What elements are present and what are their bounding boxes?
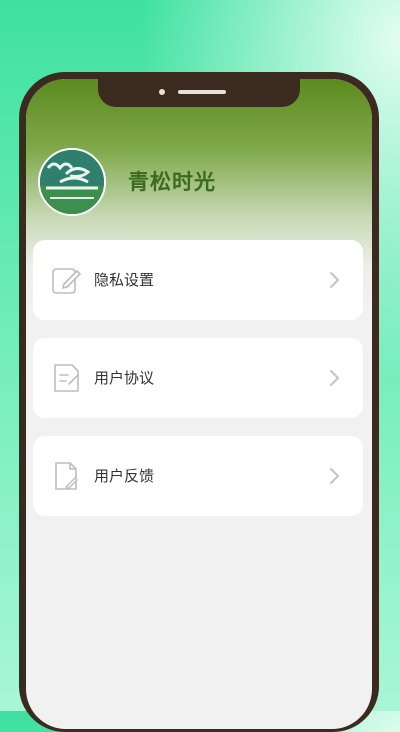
edit-icon <box>52 268 81 294</box>
menu-item-user-feedback[interactable]: 用户反馈 <box>33 436 363 516</box>
feedback-icon <box>55 462 78 490</box>
chevron-right-icon <box>330 370 339 386</box>
document-icon <box>54 364 79 392</box>
menu-item-user-agreement[interactable]: 用户协议 <box>33 338 363 418</box>
menu-item-label: 用户协议 <box>94 369 155 387</box>
speaker-slot <box>178 90 226 94</box>
phone-notch <box>98 79 300 107</box>
menu-item-label: 用户反馈 <box>94 467 155 485</box>
camera-dot <box>159 89 165 95</box>
app-screen: 青松时光 隐私设置 用户协议 用户反馈 <box>26 79 372 729</box>
phone-frame: 青松时光 隐私设置 用户协议 用户反馈 <box>19 72 379 732</box>
app-title: 青松时光 <box>128 170 216 194</box>
pine-logo-icon <box>40 150 104 214</box>
chevron-right-icon <box>330 272 339 288</box>
menu-item-label: 隐私设置 <box>94 271 155 289</box>
app-logo <box>38 148 106 216</box>
menu-item-privacy-settings[interactable]: 隐私设置 <box>33 240 363 320</box>
chevron-right-icon <box>330 468 339 484</box>
